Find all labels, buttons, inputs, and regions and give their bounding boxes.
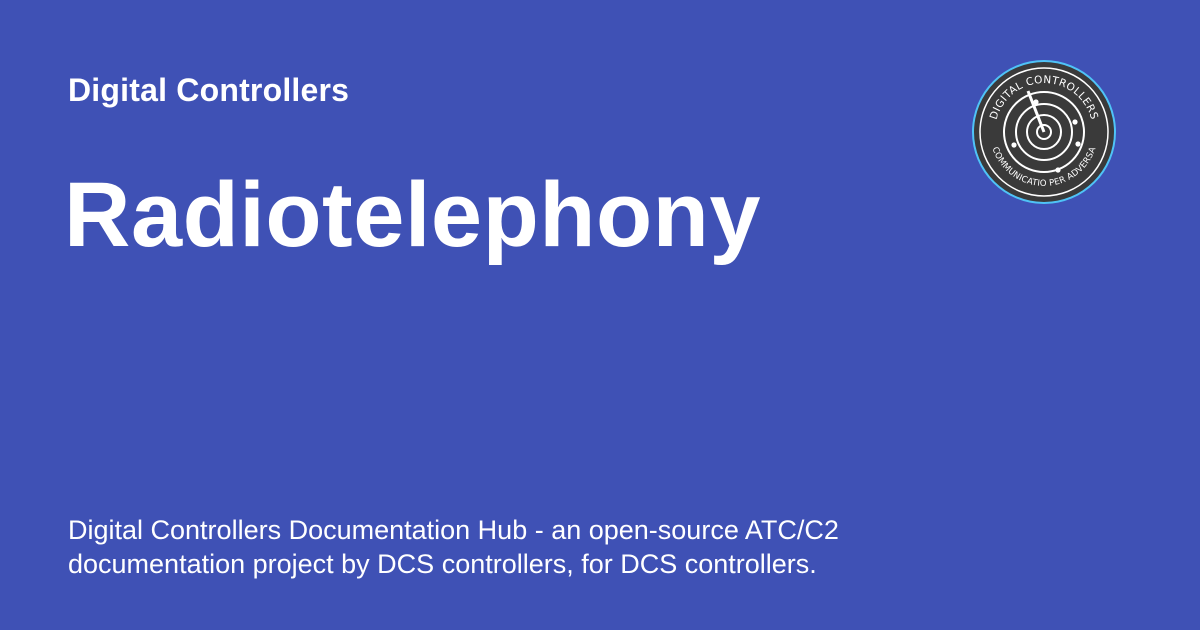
site-name: Digital Controllers <box>68 72 350 108</box>
radar-scope-icon: DIGITAL CONTROLLERS COMMUNICATIO PER ADV… <box>972 60 1116 204</box>
page-description: Digital Controllers Documentation Hub - … <box>68 515 839 579</box>
site-logo: DIGITAL CONTROLLERS COMMUNICATIO PER ADV… <box>970 58 1118 206</box>
page-title: Radiotelephony <box>64 164 762 266</box>
